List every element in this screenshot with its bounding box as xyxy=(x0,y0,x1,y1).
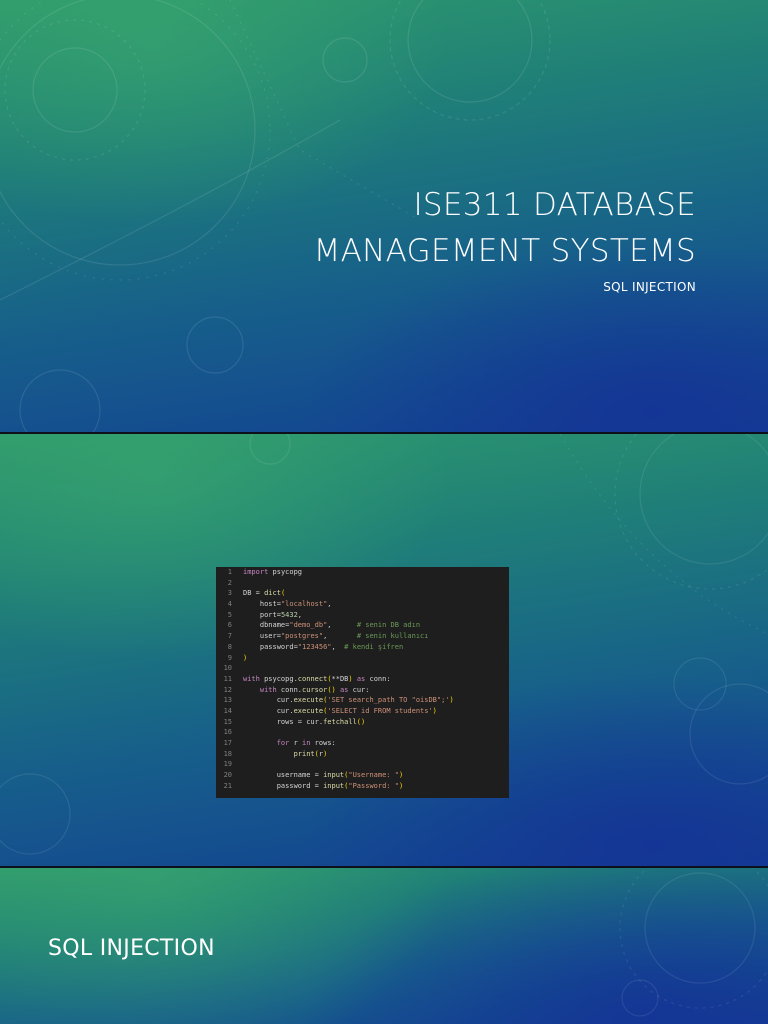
code-line: 10 xyxy=(216,663,509,674)
line-number: 3 xyxy=(227,589,232,598)
code-line: 3 DB = dict( xyxy=(216,588,509,599)
line-number: 13 xyxy=(223,696,232,705)
title-line-1: ISE311 DATABASE xyxy=(413,187,696,223)
code-text: import psycopg xyxy=(243,568,303,576)
code-line: 6 dbname="demo_db", # senin DB adın xyxy=(216,620,509,631)
code-line: 15 rows = cur.fetchall() xyxy=(216,717,509,728)
code-line: 4 host="localhost", xyxy=(216,599,509,610)
line-number: 11 xyxy=(223,674,232,683)
code-text: cur.execute('SELECT id FROM students') xyxy=(243,706,437,715)
code-text: user="postgres", # senin kullanıcı xyxy=(243,632,429,641)
code-screenshot: 1 import psycopg 2 3 DB = dict(4 host="local… xyxy=(216,567,509,798)
line-number: 14 xyxy=(223,706,232,715)
line-number: 15 xyxy=(223,717,232,726)
code-text: password = input("Password: ") xyxy=(243,781,404,790)
code-text: for r in rows: xyxy=(276,739,336,747)
slide-subtitle: SQL INJECTION xyxy=(603,280,696,294)
slide-code: 1 import psycopg 2 3 DB = dict(4 host="local… xyxy=(0,434,768,866)
line-number: 18 xyxy=(223,749,232,758)
line-number: 8 xyxy=(227,642,232,651)
slide-section: SQL INJECTION xyxy=(0,868,768,1024)
code-text: ) xyxy=(243,653,248,662)
slide-title-heading: ISE311 DATABASE MANAGEMENT SYSTEMS xyxy=(136,182,696,274)
code-line: 1 import psycopg xyxy=(216,567,509,578)
code-text: print(r) xyxy=(293,749,328,758)
line-number: 10 xyxy=(223,664,232,673)
line-number: 6 xyxy=(227,621,232,630)
line-number: 7 xyxy=(227,632,232,641)
code-text: password="123456", # kendi şifren xyxy=(243,642,404,651)
code-line: 17 for r in rows: xyxy=(216,738,509,749)
code-text: username = input("Username: ") xyxy=(243,771,404,780)
line-number: 20 xyxy=(223,771,232,780)
line-number: 4 xyxy=(227,600,232,609)
code-line: 12 with conn.cursor() as cur: xyxy=(216,685,509,696)
code-line: 7 user="postgres", # senin kullanıcı xyxy=(216,631,509,642)
code-line: 8 password="123456", # kendi şifren xyxy=(216,642,509,653)
code-line: 5 port=5432, xyxy=(216,610,509,621)
code-text: with conn.cursor() as cur: xyxy=(259,685,370,694)
code-text: with psycopg.connect(**DB) as conn: xyxy=(243,674,391,683)
code-line: 18 print(r) xyxy=(216,749,509,760)
code-text: host="localhost", xyxy=(243,600,332,609)
title-line-2: MANAGEMENT SYSTEMS xyxy=(313,233,696,269)
line-number: 5 xyxy=(227,610,232,619)
section-title: SQL INJECTION xyxy=(48,936,215,961)
code-text: cur.execute('SET search_path TO "oisDB";… xyxy=(243,696,454,705)
code-line: 20 username = input("Username: ") xyxy=(216,770,509,781)
code-text: rows = cur.fetchall() xyxy=(243,717,366,726)
code-text: port=5432, xyxy=(243,610,303,619)
code-line: 9) xyxy=(216,653,509,664)
code-line: 19 xyxy=(216,759,509,770)
line-number: 21 xyxy=(223,781,232,790)
code-text: DB = dict( xyxy=(243,589,286,598)
line-number: 12 xyxy=(223,685,232,694)
line-number: 2 xyxy=(227,578,232,587)
line-number: 1 xyxy=(227,568,232,576)
line-number: 16 xyxy=(223,728,232,737)
code-text: dbname="demo_db", # senin DB adın xyxy=(243,621,421,630)
line-number: 17 xyxy=(223,739,232,747)
code-line: 21 password = input("Password: ") xyxy=(216,781,509,792)
line-number: 9 xyxy=(227,653,232,662)
code-line: 16 xyxy=(216,727,509,738)
code-line: 2 xyxy=(216,578,509,589)
line-number: 19 xyxy=(223,760,232,769)
code-line: 13 cur.execute('SET search_path TO "oisD… xyxy=(216,695,509,706)
code-line: 11 with psycopg.connect(**DB) as conn: xyxy=(216,674,509,685)
code-line: 14 cur.execute('SELECT id FROM students'… xyxy=(216,706,509,717)
slide-title: ISE311 DATABASE MANAGEMENT SYSTEMS SQL I… xyxy=(0,0,768,432)
